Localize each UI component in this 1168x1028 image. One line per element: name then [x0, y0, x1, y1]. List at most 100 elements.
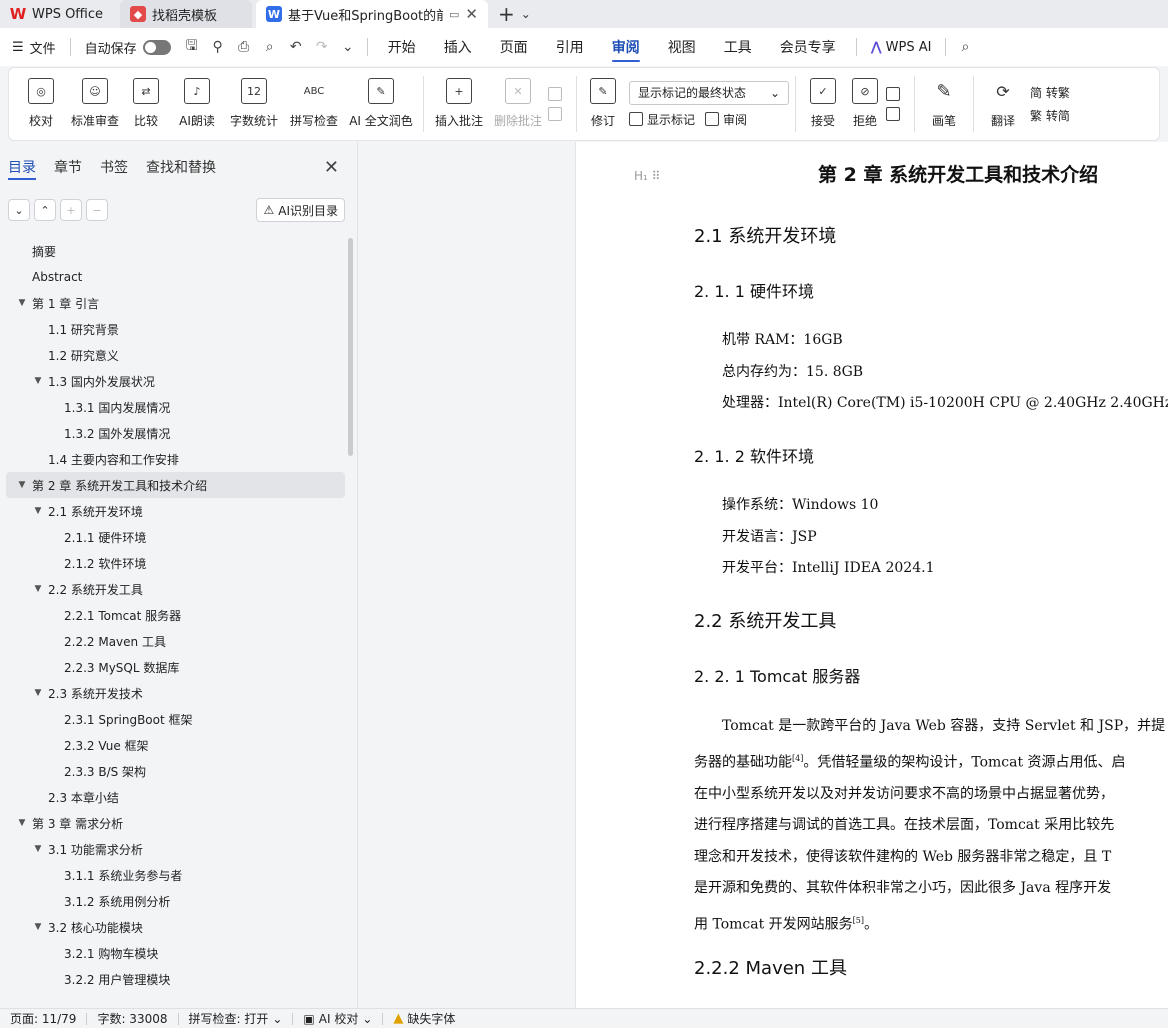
redo-icon[interactable]: ↷	[309, 28, 335, 66]
ai-proofread-status[interactable]: ▣ AI 校对 ⌄	[293, 1010, 382, 1027]
expand-toggle-icon[interactable]: ▼	[16, 298, 28, 308]
toc-item[interactable]: ▼ 3.1 功能需求分析	[6, 836, 345, 862]
toc-item[interactable]: 1.3.2 国外发展情况	[6, 420, 345, 446]
minus-icon[interactable]: −	[86, 199, 108, 221]
toc-item[interactable]: 2.3 本章小结	[6, 784, 345, 810]
expand-toggle-icon[interactable]: ▼	[32, 688, 44, 698]
toc-item[interactable]: 3.2.1 购物车模块	[6, 940, 345, 966]
toc-item[interactable]: 3.1.2 系统用例分析	[6, 888, 345, 914]
toc-item[interactable]: 3.2.3 订单管理模块	[6, 992, 345, 998]
expand-icon[interactable]: ⌄	[8, 199, 30, 221]
toc-item[interactable]: 1.3.1 国内发展情况	[6, 394, 345, 420]
toc-item[interactable]: ▼ 2.2 系统开发工具	[6, 576, 345, 602]
tab-view[interactable]: 视图	[654, 28, 710, 66]
proofread-button[interactable]: ◎ 校对	[15, 72, 67, 136]
toc-item[interactable]: 2.1.2 软件环境	[6, 550, 345, 576]
tab-template[interactable]: ◆ 找稻壳模板	[120, 0, 252, 28]
toc-item[interactable]: 1.4 主要内容和工作安排	[6, 446, 345, 472]
toc-scrollbar[interactable]	[348, 238, 353, 456]
toc-item[interactable]: 3.1.1 系统业务参与者	[6, 862, 345, 888]
print-icon[interactable]: ⎙	[231, 28, 257, 66]
toc-item[interactable]: 3.2.2 用户管理模块	[6, 966, 345, 992]
citation-ref[interactable]: [5]	[853, 916, 864, 925]
autosave-toggle[interactable]: 自动保存	[77, 28, 179, 66]
plus-icon[interactable]: +	[60, 199, 82, 221]
tab-document[interactable]: W 基于Vue和SpringBoot的前后 ▭ ✕	[256, 0, 488, 28]
document-canvas[interactable]: H₁ ⠿ 第 2 章 系统开发工具和技术介绍 2.1 系统开发环境 2. 1. …	[359, 142, 1168, 1008]
collapse-icon[interactable]: ⌃	[34, 199, 56, 221]
accept-button[interactable]: ✓ 接受	[802, 72, 844, 136]
toc-item[interactable]: 2.2.2 Maven 工具	[6, 628, 345, 654]
next-comment-icon[interactable]	[548, 107, 570, 121]
tab-toc[interactable]: 目录	[8, 142, 36, 192]
toc-item[interactable]: ▼ 第 1 章 引言	[6, 290, 345, 316]
to-traditional-button[interactable]: 简 转繁	[1030, 84, 1070, 101]
save-icon[interactable]: 🖫	[179, 28, 205, 66]
tab-find-replace[interactable]: 查找和替换	[146, 142, 216, 192]
tab-wps-office[interactable]: W WPS Office	[0, 0, 118, 28]
close-icon[interactable]: ✕	[324, 157, 339, 178]
undo-icon[interactable]: ↶	[283, 28, 309, 66]
tab-member[interactable]: 会员专享	[766, 28, 850, 66]
expand-toggle-icon[interactable]: ▼	[32, 376, 44, 386]
word-count[interactable]: 字数: 33008	[87, 1010, 177, 1027]
toc-item[interactable]: ▼ 3.2 核心功能模块	[6, 914, 345, 940]
reject-button[interactable]: ⊘ 拒绝	[844, 72, 886, 136]
ai-polish-button[interactable]: ✎ AI 全文润色	[345, 72, 417, 136]
tab-chapters[interactable]: 章节	[54, 142, 82, 192]
expand-toggle-icon[interactable]: ▼	[16, 818, 28, 828]
key-icon[interactable]: ⚲	[205, 28, 231, 66]
pen-button[interactable]: ✎ 画笔	[921, 72, 967, 136]
tab-home[interactable]: 开始	[374, 28, 430, 66]
tab-page[interactable]: 页面	[486, 28, 542, 66]
prev-comment-icon[interactable]	[548, 87, 570, 101]
show-markup-button[interactable]: 显示标记	[629, 111, 695, 128]
toc-item[interactable]: 2.3.2 Vue 框架	[6, 732, 345, 758]
prev-change-icon[interactable]	[886, 87, 908, 101]
spell-check-button[interactable]: ABC 拼写检查	[283, 72, 345, 136]
to-simplified-button[interactable]: 繁 转简	[1030, 107, 1070, 124]
toc-item[interactable]: ▼ 1.3 国内外发展状况	[6, 368, 345, 394]
expand-toggle-icon[interactable]: ▼	[32, 844, 44, 854]
compare-button[interactable]: ⇄ 比较	[123, 72, 169, 136]
document-page[interactable]: H₁ ⠿ 第 2 章 系统开发工具和技术介绍 2.1 系统开发环境 2. 1. …	[575, 142, 1168, 1008]
toc-item[interactable]: Abstract	[6, 264, 345, 290]
toc-item[interactable]: 2.3.1 SpringBoot 框架	[6, 706, 345, 732]
insert-comment-button[interactable]: + 插入批注	[430, 72, 488, 136]
new-tab-button[interactable]: +	[498, 0, 515, 28]
standard-review-button[interactable]: ☺ 标准审查	[67, 72, 123, 136]
toc-item[interactable]: 2.2.3 MySQL 数据库	[6, 654, 345, 680]
print-preview-icon[interactable]: ⌕	[257, 28, 283, 66]
tab-tools[interactable]: 工具	[710, 28, 766, 66]
delete-comment-button[interactable]: ✕ 删除批注	[488, 72, 548, 136]
word-count-button[interactable]: 12 字数统计	[225, 72, 283, 136]
chevron-down-icon[interactable]: ⌄	[335, 28, 361, 66]
toc-item[interactable]: ▼ 第 3 章 需求分析	[6, 810, 345, 836]
tab-references[interactable]: 引用	[542, 28, 598, 66]
ai-read-button[interactable]: ♪ AI朗读	[169, 72, 225, 136]
page-indicator[interactable]: 页面: 11/79	[0, 1010, 86, 1027]
toc-item[interactable]: ▼ 第 2 章 系统开发工具和技术介绍	[6, 472, 345, 498]
tab-bookmarks[interactable]: 书签	[100, 142, 128, 192]
wps-ai-button[interactable]: ⋀ WPS AI	[863, 28, 940, 66]
close-icon[interactable]: ✕	[465, 5, 478, 23]
next-change-icon[interactable]	[886, 107, 908, 121]
toc-item[interactable]: 摘要	[6, 238, 345, 264]
missing-font-status[interactable]: ▲ 缺失字体	[383, 1010, 465, 1027]
expand-toggle-icon[interactable]: ▼	[32, 506, 44, 516]
tab-insert[interactable]: 插入	[430, 28, 486, 66]
toc-item[interactable]: 1.2 研究意义	[6, 342, 345, 368]
heading-handle-icon[interactable]: H₁ ⠿	[634, 169, 660, 183]
toggle-switch[interactable]	[142, 39, 171, 55]
review-pane-button[interactable]: 审阅	[705, 111, 747, 128]
track-changes-button[interactable]: ✎ 修订	[583, 72, 623, 136]
toc-item[interactable]: 2.1.1 硬件环境	[6, 524, 345, 550]
toc-item[interactable]: 1.1 研究背景	[6, 316, 345, 342]
ai-toc-button[interactable]: ⚠ AI识别目录	[256, 198, 345, 222]
citation-ref[interactable]: [4]	[792, 754, 803, 763]
toc-item[interactable]: ▼ 2.3 系统开发技术	[6, 680, 345, 706]
search-icon[interactable]: ⌕	[952, 28, 978, 66]
expand-toggle-icon[interactable]: ▼	[32, 584, 44, 594]
toc-item[interactable]: 2.2.1 Tomcat 服务器	[6, 602, 345, 628]
translate-button[interactable]: ⟳ 翻译	[980, 72, 1026, 136]
